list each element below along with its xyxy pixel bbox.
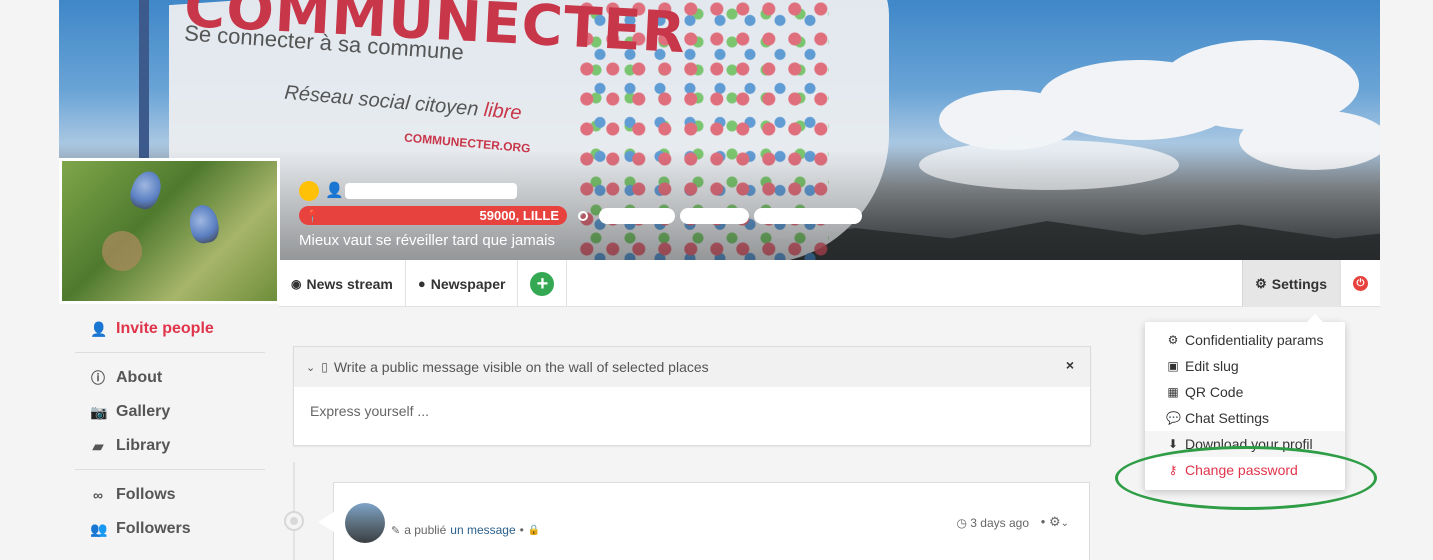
divider <box>75 352 265 353</box>
sidebar-item-follows[interactable]: ∞ Follows <box>75 478 265 512</box>
menu-item-confidentiality[interactable]: ⚙ Confidentiality params <box>1145 327 1345 353</box>
profile-slogan: Mieux vaut se réveiller tard que jamais <box>299 232 555 249</box>
profile-location-row: 📍 59000, LILLE <box>299 206 862 225</box>
id-badge-icon: ▣ <box>1167 359 1179 373</box>
lock-icon: 🔒 <box>527 524 541 536</box>
profile-avatar[interactable] <box>59 158 280 304</box>
menu-item-label: Confidentiality params <box>1185 332 1324 348</box>
sidebar-item-invite[interactable]: 👤 Invite people <box>75 312 265 346</box>
menu-item-label: Edit slug <box>1185 358 1239 374</box>
profile-name-row: 👤 <box>299 181 517 201</box>
post-pointer <box>318 512 334 532</box>
divider <box>75 469 265 470</box>
tag-pill[interactable] <box>599 207 675 224</box>
post-author-avatar[interactable] <box>345 503 385 543</box>
menu-item-chat-settings[interactable]: 💬 Chat Settings <box>1145 405 1345 431</box>
sidebar-item-label: Library <box>116 437 171 454</box>
separator: • <box>1040 514 1046 529</box>
sidebar-item-label: Gallery <box>116 403 171 420</box>
post-composer: ⌄ ▯ Write a public message visible on th… <box>293 346 1091 446</box>
butterfly <box>126 167 166 213</box>
comments-icon: 💬 <box>1166 411 1181 425</box>
edit-icon: ✎ <box>391 524 401 537</box>
profile-navbar: ◉ News stream ● Newspaper + ⚙ Settings ⏻ <box>279 260 1380 307</box>
user-circle-icon: ● <box>417 276 426 291</box>
tab-label: News stream <box>306 275 393 292</box>
gears-icon: ⚙ <box>1167 333 1179 347</box>
file-icon: ▯ <box>321 360 328 374</box>
menu-item-label: QR Code <box>1185 384 1244 400</box>
butterfly <box>186 202 222 246</box>
sidebar-item-label: About <box>116 369 163 386</box>
tab-label: Newspaper <box>430 275 506 292</box>
users-icon: 👥 <box>90 520 108 537</box>
link-icon: ∞ <box>93 487 103 503</box>
user-plus-icon: 👤 <box>90 320 108 337</box>
menu-item-qr-code[interactable]: ▦ QR Code <box>1145 379 1345 405</box>
settings-button[interactable]: ⚙ Settings <box>1242 260 1340 307</box>
close-icon[interactable]: × <box>1066 357 1074 373</box>
add-button[interactable]: + <box>530 271 555 296</box>
tab-news-stream[interactable]: ◉ News stream <box>279 260 406 307</box>
post-action: a publié <box>404 523 447 537</box>
address-text: 59000, LILLE <box>479 208 559 223</box>
sidebar-item-library[interactable]: ▰ Library <box>75 429 265 463</box>
address-badge[interactable]: 📍 59000, LILLE <box>299 206 567 225</box>
sidebar-item-about[interactable]: ⓘ About <box>75 361 265 395</box>
user-icon: 👤 <box>325 182 344 199</box>
sidebar-item-label: Followers <box>116 520 191 537</box>
logout-button[interactable]: ⏻ <box>1340 260 1380 307</box>
tag-pill[interactable] <box>754 207 862 224</box>
sidebar-item-label: Invite people <box>116 320 214 337</box>
sidebar-item-gallery[interactable]: 📷 Gallery <box>75 395 265 429</box>
highlight-annotation <box>1115 446 1377 510</box>
info-icon: ⓘ <box>91 370 105 386</box>
menu-item-label: Chat Settings <box>1185 410 1270 426</box>
tag-pill[interactable] <box>680 207 749 224</box>
composer-input[interactable]: Express yourself ... <box>294 387 1090 437</box>
qrcode-icon: ▦ <box>1167 385 1179 399</box>
map-marker-icon: 📍 <box>305 208 320 223</box>
post-link[interactable]: un message <box>450 523 515 537</box>
download-icon: ⬇ <box>1167 437 1179 451</box>
power-icon: ⏻ <box>1353 276 1368 291</box>
chevron-down-icon: ⌄ <box>306 361 316 374</box>
add-button-wrap: + <box>518 260 568 307</box>
news-post: ✎ a publié un message • 🔒 ◷ 3 days ago •… <box>333 482 1090 560</box>
post-options-button[interactable]: • ⚙⌄ <box>1041 514 1069 530</box>
thistle <box>102 231 142 271</box>
clock-icon: ◷ <box>956 516 967 530</box>
gears-icon: ⚙ <box>1255 275 1267 291</box>
camera-icon: 📷 <box>90 403 108 420</box>
sidebar-item-label: Follows <box>116 486 176 503</box>
chevron-down-icon: ⌄ <box>1060 518 1069 529</box>
post-time-text: 3 days ago <box>970 516 1029 530</box>
status-dot <box>299 181 319 201</box>
separator: • <box>519 523 524 537</box>
flag-tagline-word: libre <box>482 99 523 125</box>
tab-newspaper[interactable]: ● Newspaper <box>406 260 519 307</box>
post-time: ◷ 3 days ago <box>956 516 1029 530</box>
composer-header-text: Write a public message visible on the wa… <box>333 359 709 375</box>
left-sidebar: 👤 Invite people ⓘ About 📷 Gallery ▰ Libr… <box>75 312 265 546</box>
rss-icon: ◉ <box>291 276 302 291</box>
circle-icon <box>578 210 588 221</box>
timeline-dot <box>284 511 304 531</box>
menu-item-edit-slug[interactable]: ▣ Edit slug <box>1145 353 1345 379</box>
composer-header[interactable]: ⌄ ▯ Write a public message visible on th… <box>294 347 1090 387</box>
settings-label: Settings <box>1271 275 1327 292</box>
book-icon: ▰ <box>92 437 104 454</box>
post-meta: ✎ a publié un message • 🔒 <box>391 523 540 537</box>
sidebar-item-followers[interactable]: 👥 Followers <box>75 512 265 546</box>
profile-name <box>345 183 517 199</box>
gear-icon: ⚙ <box>1048 514 1061 529</box>
